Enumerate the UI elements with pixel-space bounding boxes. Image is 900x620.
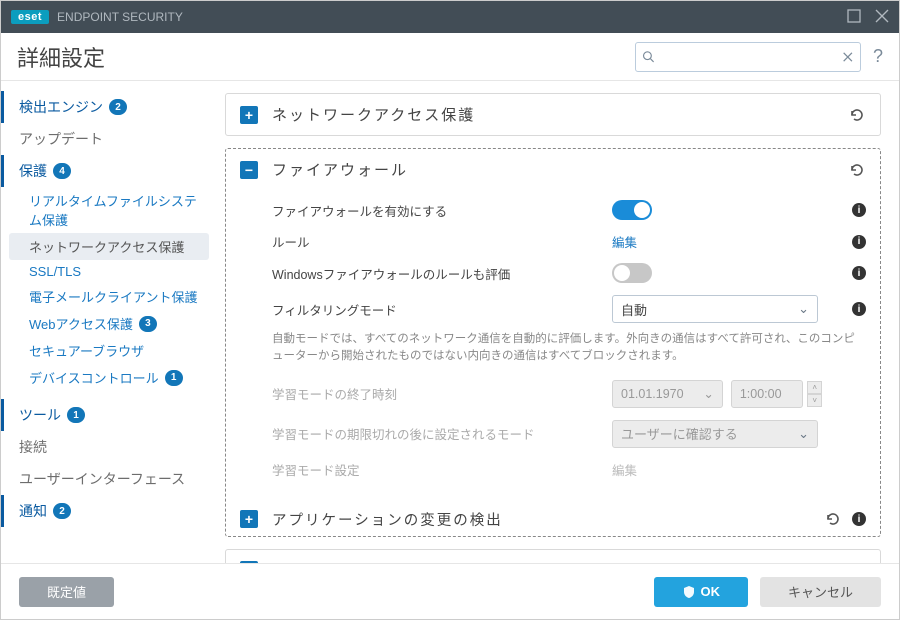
info-icon[interactable]: i	[852, 266, 866, 280]
search-icon	[642, 49, 654, 64]
search-box[interactable]	[635, 42, 861, 72]
badge: 2	[109, 99, 127, 115]
panel-header[interactable]: + ネットワーク攻撃保護	[226, 550, 880, 564]
sidebar-item-realtime-fs[interactable]: リアルタイムファイルシステム保護	[1, 187, 217, 233]
title-bar: eset ENDPOINT SECURITY	[1, 1, 899, 33]
sidebar-item-label: アップデート	[19, 129, 103, 149]
main-content: + ネットワークアクセス保護 − ファイアウォール ファイアウォールを有効にする	[217, 81, 899, 563]
sidebar-item-label: 検出エンジン	[19, 97, 103, 117]
toggle-firewall-enable[interactable]	[612, 200, 652, 220]
row-learn-end: 学習モードの終了時刻 01.01.1970 ⌄ 1:00:00 ˄˅	[272, 374, 866, 414]
info-icon[interactable]: i	[852, 235, 866, 249]
undo-icon[interactable]	[848, 161, 866, 179]
top-bar: 詳細設定 ?	[1, 33, 899, 81]
filtermode-description: 自動モードでは、すべてのネットワーク通信を自動的に評価します。外向きの通信はすべ…	[272, 331, 866, 366]
sidebar-item-protection[interactable]: 保護 4	[1, 155, 217, 187]
sidebar-item-ui[interactable]: ユーザーインターフェース	[1, 463, 217, 495]
shield-icon	[682, 585, 696, 599]
sidebar-item-device-control[interactable]: デバイスコントロール 1	[1, 364, 217, 391]
help-button[interactable]: ?	[873, 46, 883, 67]
step-up-icon: ˄	[807, 381, 822, 394]
row-firewall-enable: ファイアウォールを有効にする i	[272, 194, 866, 226]
select-learn-mode-after: ユーザーに確認する ⌄	[612, 420, 818, 448]
cancel-button[interactable]: キャンセル	[760, 577, 881, 607]
expand-icon[interactable]: +	[240, 510, 258, 528]
toggle-winfw[interactable]	[612, 263, 652, 283]
input-learn-end-date: 01.01.1970 ⌄	[612, 380, 723, 408]
chevron-down-icon: ⌄	[798, 426, 809, 442]
badge: 4	[53, 163, 71, 179]
row-winfw: Windowsファイアウォールのルールも評価 i	[272, 257, 866, 289]
sidebar-item-label: ユーザーインターフェース	[19, 469, 185, 489]
expand-icon[interactable]: +	[240, 106, 258, 124]
link-edit-rules[interactable]: 編集	[612, 232, 637, 251]
row-rules: ルール 編集 i	[272, 226, 866, 257]
page-title: 詳細設定	[17, 41, 105, 73]
sidebar-item-label: 通知	[19, 501, 47, 521]
time-stepper: ˄˅	[807, 381, 822, 407]
row-filtermode: フィルタリングモード 自動 ⌄ i	[272, 289, 866, 329]
badge: 1	[67, 407, 85, 423]
section-title: アプリケーションの変更の検出	[272, 509, 503, 530]
sidebar-item-notification[interactable]: 通知 2	[1, 495, 217, 527]
info-icon[interactable]: i	[852, 512, 866, 526]
product-name: ENDPOINT SECURITY	[57, 10, 183, 24]
undo-icon[interactable]	[824, 510, 842, 528]
sidebar-item-detection-engine[interactable]: 検出エンジン 2	[1, 91, 217, 123]
sidebar-item-network-access[interactable]: ネットワークアクセス保護	[9, 233, 209, 260]
ok-button[interactable]: OK	[654, 577, 748, 607]
input-learn-end-time: 1:00:00	[731, 380, 804, 408]
panel-network-attack: + ネットワーク攻撃保護	[225, 549, 881, 564]
clear-search-icon[interactable]	[842, 50, 854, 64]
window-maximize-icon[interactable]	[833, 9, 861, 26]
panel-title: ネットワークアクセス保護	[272, 104, 475, 125]
panel-firewall: − ファイアウォール ファイアウォールを有効にする i ルール 編集 i	[225, 148, 881, 537]
row-learn-settings: 学習モード設定 編集	[272, 454, 866, 485]
section-app-change[interactable]: + アプリケーションの変更の検出 i	[226, 499, 880, 536]
undo-icon[interactable]	[848, 106, 866, 124]
sidebar-item-label: ツール	[19, 405, 61, 425]
sidebar-item-update[interactable]: アップデート	[1, 123, 217, 155]
info-icon[interactable]: i	[852, 203, 866, 217]
default-button[interactable]: 既定値	[19, 577, 114, 607]
sidebar-item-tools[interactable]: ツール 1	[1, 399, 217, 431]
panel-header[interactable]: + ネットワークアクセス保護	[226, 94, 880, 135]
chevron-down-icon: ⌄	[798, 301, 809, 317]
sidebar-item-label: 接続	[19, 437, 47, 457]
panel-title: ファイアウォール	[272, 159, 408, 180]
badge: 1	[165, 370, 183, 386]
badge: 3	[139, 316, 157, 332]
select-filtermode[interactable]: 自動 ⌄	[612, 295, 818, 323]
panel-header[interactable]: − ファイアウォール	[226, 149, 880, 190]
sidebar-item-ssltls[interactable]: SSL/TLS	[1, 260, 217, 283]
window-close-icon[interactable]	[861, 9, 889, 26]
sidebar-item-label: 保護	[19, 161, 47, 181]
sidebar: 検出エンジン 2 アップデート 保護 4 リアルタイムファイルシステム保護 ネッ…	[1, 81, 217, 563]
link-edit-learn-settings: 編集	[612, 460, 637, 479]
sidebar-item-connection[interactable]: 接続	[1, 431, 217, 463]
search-input[interactable]	[654, 49, 842, 64]
collapse-icon[interactable]: −	[240, 161, 258, 179]
footer: 既定値 OK キャンセル	[1, 563, 899, 619]
row-learn-mode-after: 学習モードの期限切れの後に設定されるモード ユーザーに確認する ⌄	[272, 414, 866, 454]
sidebar-item-web-access[interactable]: Webアクセス保護 3	[1, 310, 217, 337]
sidebar-item-email-client[interactable]: 電子メールクライアント保護	[1, 283, 217, 310]
chevron-down-icon: ⌄	[703, 386, 713, 401]
step-down-icon: ˅	[807, 394, 822, 407]
panel-network-access: + ネットワークアクセス保護	[225, 93, 881, 136]
sidebar-item-secure-browser[interactable]: セキュアーブラウザ	[1, 337, 217, 364]
badge: 2	[53, 503, 71, 519]
info-icon[interactable]: i	[852, 302, 866, 316]
brand-badge: eset	[11, 10, 49, 24]
